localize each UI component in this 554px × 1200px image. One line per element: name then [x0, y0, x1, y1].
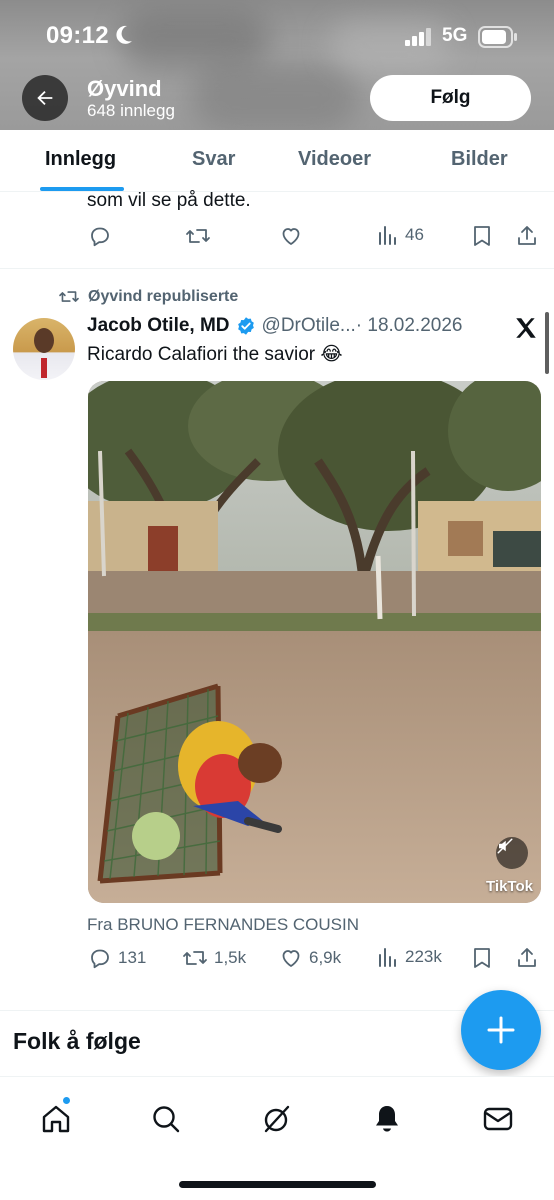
- home-indicator: [179, 1181, 376, 1188]
- reply-button[interactable]: 131: [88, 946, 146, 970]
- battery-icon: [478, 26, 517, 48]
- like-count: 6,9k: [309, 948, 342, 967]
- profile-tabs: Innlegg Svar Videoer Bilder: [0, 130, 554, 192]
- tiktok-watermark: TikTok: [486, 878, 533, 895]
- like-button[interactable]: [279, 224, 303, 248]
- tweet-text: Ricardo Calafiori the savior 😂: [87, 344, 343, 365]
- nav-home[interactable]: [36, 1099, 76, 1139]
- scroll-indicator: [545, 312, 549, 374]
- repost-icon: [183, 951, 207, 965]
- verified-badge-icon: [237, 317, 254, 335]
- tweet-author-line: Jacob Otile, MD @DrOtile... · 18.02.2026: [87, 315, 462, 337]
- repost-label: Øyvind republiserte: [88, 288, 239, 305]
- nav-notifications[interactable]: [367, 1099, 407, 1139]
- tweet-actions: 131 1,5k 6,9k 223k: [0, 946, 554, 976]
- tweet-date[interactable]: · 18.02.2026: [356, 315, 463, 337]
- home-notification-dot: [62, 1096, 71, 1105]
- grok-icon: [264, 1105, 290, 1133]
- views-count[interactable]: 223k: [377, 946, 442, 968]
- reply-icon: [91, 227, 109, 247]
- repost-button[interactable]: [185, 224, 211, 248]
- reply-icon: [91, 949, 109, 969]
- bookmark-button[interactable]: [471, 946, 493, 970]
- bookmark-icon: [474, 226, 490, 246]
- bookmark-icon: [474, 948, 490, 968]
- profile-name: Øyvind: [87, 76, 162, 101]
- back-button[interactable]: [22, 75, 68, 121]
- messages-icon: [483, 1107, 513, 1131]
- mute-button[interactable]: [496, 837, 528, 869]
- post-divider: [0, 268, 554, 269]
- home-icon: [42, 1105, 70, 1133]
- previous-post-actions: 46: [0, 224, 554, 254]
- arrow-left-icon: [37, 90, 53, 106]
- views-count[interactable]: 46: [377, 224, 424, 246]
- plus-icon: [487, 1016, 515, 1044]
- previous-post-text: som vil se på dette.: [87, 190, 251, 211]
- signal-icon: [405, 28, 431, 46]
- heart-icon: [282, 228, 300, 245]
- tab-photos[interactable]: Bilder: [451, 148, 508, 171]
- network-type: 5G: [442, 25, 468, 46]
- repost-button[interactable]: 1,5k: [182, 946, 246, 970]
- who-to-follow-title: Folk å følge: [13, 1028, 141, 1054]
- media-source[interactable]: Fra BRUNO FERNANDES COUSIN: [87, 915, 359, 935]
- share-button[interactable]: [515, 946, 539, 970]
- reply-button[interactable]: [88, 224, 112, 248]
- notifications-icon: [376, 1106, 398, 1132]
- repost-icon: [186, 229, 210, 243]
- nav-messages[interactable]: [478, 1099, 518, 1139]
- bookmark-button[interactable]: [471, 224, 493, 248]
- repost-count: 1,5k: [214, 948, 247, 967]
- follow-button[interactable]: Følg: [370, 75, 531, 121]
- status-time: 09:12: [46, 22, 109, 49]
- post-count: 648 innlegg: [87, 101, 175, 120]
- heart-icon: [282, 950, 300, 967]
- moon-icon: [116, 25, 132, 44]
- tweet-video[interactable]: TikTok: [88, 381, 541, 903]
- muted-speaker-icon: [497, 838, 513, 854]
- search-icon: [153, 1106, 180, 1133]
- share-icon: [518, 226, 536, 245]
- author-name[interactable]: Jacob Otile, MD: [87, 315, 230, 337]
- compose-post-button[interactable]: [461, 990, 541, 1070]
- share-button[interactable]: [515, 224, 539, 248]
- tab-posts[interactable]: Innlegg: [45, 148, 116, 171]
- video-frame: [88, 381, 541, 903]
- repost-indicator[interactable]: Øyvind republiserte: [58, 288, 238, 306]
- repost-icon: [59, 291, 79, 302]
- status-bar: 09:12 5G: [0, 0, 554, 74]
- views-icon: [379, 948, 396, 967]
- views-number: 46: [405, 225, 424, 244]
- avatar[interactable]: [13, 318, 75, 380]
- like-button[interactable]: 6,9k: [279, 946, 341, 970]
- author-handle[interactable]: @DrOtile...: [262, 315, 356, 337]
- share-icon: [518, 948, 536, 967]
- views-icon: [379, 226, 396, 245]
- reply-count: 131: [118, 948, 147, 967]
- views-number: 223k: [405, 947, 442, 966]
- tab-videos[interactable]: Videoer: [298, 148, 371, 171]
- nav-grok[interactable]: [257, 1099, 297, 1139]
- nav-search[interactable]: [146, 1099, 186, 1139]
- tab-replies[interactable]: Svar: [192, 148, 235, 171]
- x-logo-icon: [516, 318, 536, 338]
